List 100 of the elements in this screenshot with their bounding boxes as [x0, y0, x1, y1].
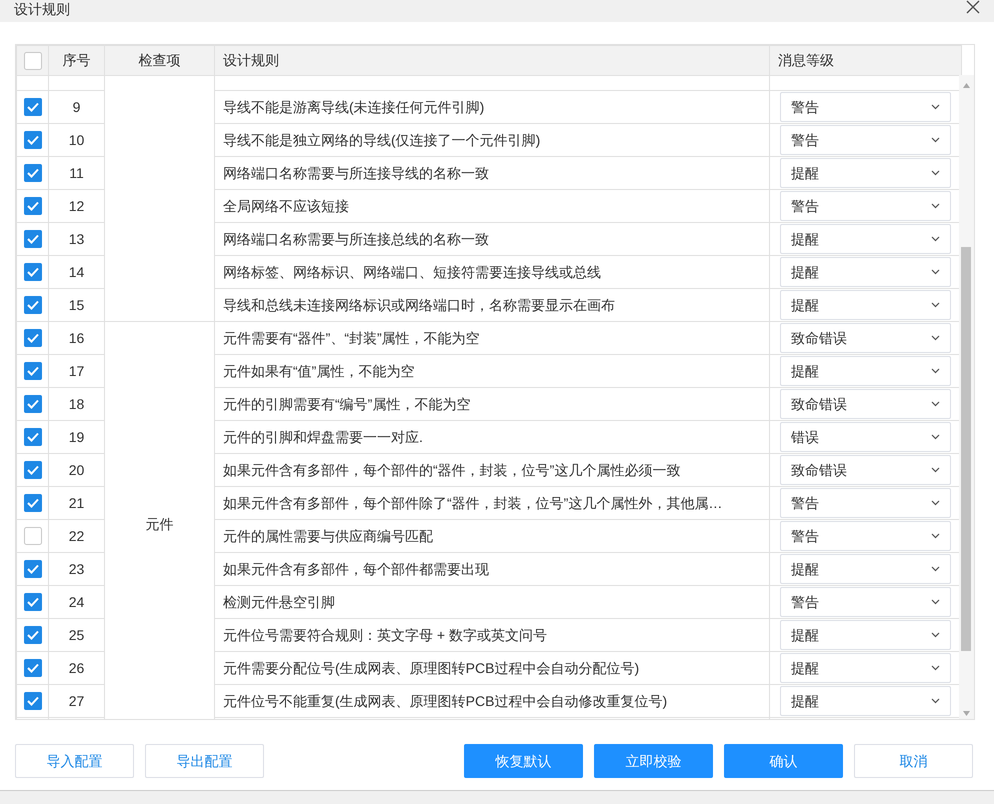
rule-text: 如果元件含有多部件，每个部件的“器件，封装，位号”这几个属性必须一致 — [223, 462, 680, 478]
row-number: 23 — [68, 560, 84, 576]
level-dropdown[interactable]: 提醒 — [780, 158, 951, 188]
column-header: 检查项 — [138, 52, 180, 68]
rule-text: 元件位号不能重复(生成网表、原理图转PCB过程中会自动修改重复位号) — [223, 692, 668, 708]
row-number: 18 — [68, 396, 84, 412]
checkbox[interactable] — [24, 98, 42, 116]
checkbox[interactable] — [24, 494, 42, 512]
chevron-down-icon — [931, 104, 940, 110]
level-dropdown[interactable]: 提醒 — [780, 653, 951, 683]
checkbox[interactable] — [24, 263, 42, 281]
chevron-down-icon — [931, 500, 940, 506]
checkbox[interactable] — [24, 395, 42, 413]
checkbox[interactable] — [24, 164, 42, 182]
row-number: 15 — [68, 296, 84, 312]
checkbox[interactable] — [24, 131, 42, 149]
rule-text: 网络端口名称需要与所连接导线的名称一致 — [223, 164, 489, 180]
level-dropdown[interactable]: 提醒 — [780, 257, 951, 287]
checkbox[interactable] — [24, 329, 42, 347]
chevron-down-icon — [931, 170, 940, 176]
scroll-up-icon[interactable] — [963, 83, 970, 88]
checkbox[interactable] — [24, 593, 42, 611]
column-header: 设计规则 — [223, 52, 279, 68]
row-number: 20 — [68, 462, 84, 478]
row-number: 19 — [68, 428, 84, 444]
chevron-down-icon — [931, 533, 940, 539]
scrollbar[interactable] — [959, 75, 974, 719]
checkbox[interactable] — [24, 197, 42, 215]
rule-text: 导线不能是独立网络的导线(仅连接了一个元件引脚) — [223, 132, 540, 148]
rule-text: 元件如果有“值”属性，不能为空 — [223, 362, 414, 378]
chevron-down-icon — [931, 401, 940, 407]
row-number: 12 — [68, 198, 84, 214]
level-dropdown[interactable]: 提醒 — [780, 224, 951, 254]
level-dropdown[interactable]: 提醒 — [780, 290, 951, 320]
rule-text: 元件的属性需要与供应商编号匹配 — [223, 528, 433, 544]
level-dropdown[interactable]: 警告 — [780, 125, 951, 155]
checkbox[interactable] — [24, 296, 42, 314]
level-dropdown[interactable]: 提醒 — [780, 554, 951, 584]
row-number: 25 — [68, 626, 84, 642]
level-dropdown[interactable]: 提醒 — [780, 686, 951, 716]
row-number: 16 — [68, 330, 84, 346]
checkbox[interactable] — [24, 527, 42, 545]
chevron-down-icon — [931, 467, 940, 473]
checkbox[interactable] — [24, 626, 42, 644]
rule-text: 元件需要分配位号(生成网表、原理图转PCB过程中会自动分配位号) — [223, 660, 640, 676]
level-dropdown[interactable]: 致命错误 — [780, 389, 951, 419]
button[interactable]: 取消 — [854, 744, 973, 778]
chevron-down-icon — [931, 269, 940, 275]
rule-text: 元件需要有“器件”、“封装”属性，不能为空 — [223, 330, 480, 346]
chevron-down-icon — [931, 368, 940, 374]
level-dropdown[interactable]: 警告 — [780, 488, 951, 518]
chevron-down-icon — [931, 665, 940, 671]
window-title: 设计规则 — [14, 0, 70, 18]
row-number: 22 — [68, 528, 84, 544]
row-number: 27 — [68, 692, 84, 708]
chevron-down-icon — [931, 434, 940, 440]
scroll-down-icon[interactable] — [963, 711, 970, 716]
button[interactable]: 导入配置 — [15, 744, 134, 778]
rule-text: 如果元件含有多部件，每个部件都需要出现 — [223, 560, 489, 576]
rule-text: 网络标签、网络标识、网络端口、短接符需要连接导线或总线 — [223, 264, 601, 280]
checkbox[interactable] — [24, 230, 42, 248]
checkbox[interactable] — [24, 362, 42, 380]
checkbox[interactable] — [24, 428, 42, 446]
scrollbar-thumb[interactable] — [961, 247, 971, 651]
level-dropdown[interactable]: 致命错误 — [780, 323, 951, 353]
level-dropdown[interactable]: 警告 — [780, 191, 951, 221]
column-header: 序号 — [62, 52, 90, 68]
level-dropdown[interactable]: 警告 — [780, 587, 951, 617]
checkbox[interactable] — [24, 659, 42, 677]
checkbox[interactable] — [24, 461, 42, 479]
close-icon[interactable] — [966, 0, 980, 14]
chevron-down-icon — [931, 302, 940, 308]
level-dropdown[interactable]: 致命错误 — [780, 455, 951, 485]
button[interactable]: 导出配置 — [145, 744, 264, 778]
rule-text: 网络端口名称需要与所连接总线的名称一致 — [223, 230, 489, 246]
level-dropdown[interactable]: 警告 — [780, 92, 951, 122]
rule-text: 导线不能是游离导线(未连接任何元件引脚) — [223, 98, 484, 114]
rule-text: 导线和总线未连接网络标识或网络端口时，名称需要显示在画布 — [223, 296, 615, 312]
rule-text: 检测元件悬空引脚 — [223, 594, 335, 610]
level-dropdown[interactable]: 提醒 — [780, 356, 951, 386]
checkbox[interactable] — [24, 560, 42, 578]
level-dropdown[interactable]: 错误 — [780, 422, 951, 452]
column-header: 消息等级 — [778, 52, 834, 68]
rule-text: 元件的引脚需要有“编号”属性，不能为空 — [223, 396, 470, 412]
row-number: 11 — [69, 164, 84, 180]
group-label: 元件 — [146, 516, 174, 532]
chevron-down-icon — [931, 236, 940, 242]
chevron-down-icon — [931, 137, 940, 143]
checkbox[interactable] — [24, 52, 42, 70]
level-dropdown[interactable]: 提醒 — [780, 620, 951, 650]
row-number: 21 — [68, 494, 84, 510]
level-dropdown[interactable]: 警告 — [780, 521, 951, 551]
chevron-down-icon — [931, 203, 940, 209]
chevron-down-icon — [931, 566, 940, 572]
row-number: 17 — [68, 362, 84, 378]
row-number: 14 — [68, 264, 84, 280]
checkbox[interactable] — [24, 692, 42, 710]
rule-text: 全局网络不应该短接 — [223, 198, 349, 214]
rule-text: 元件位号需要符合规则：英文字母 + 数字或英文问号 — [223, 626, 547, 642]
chevron-down-icon — [931, 632, 940, 638]
